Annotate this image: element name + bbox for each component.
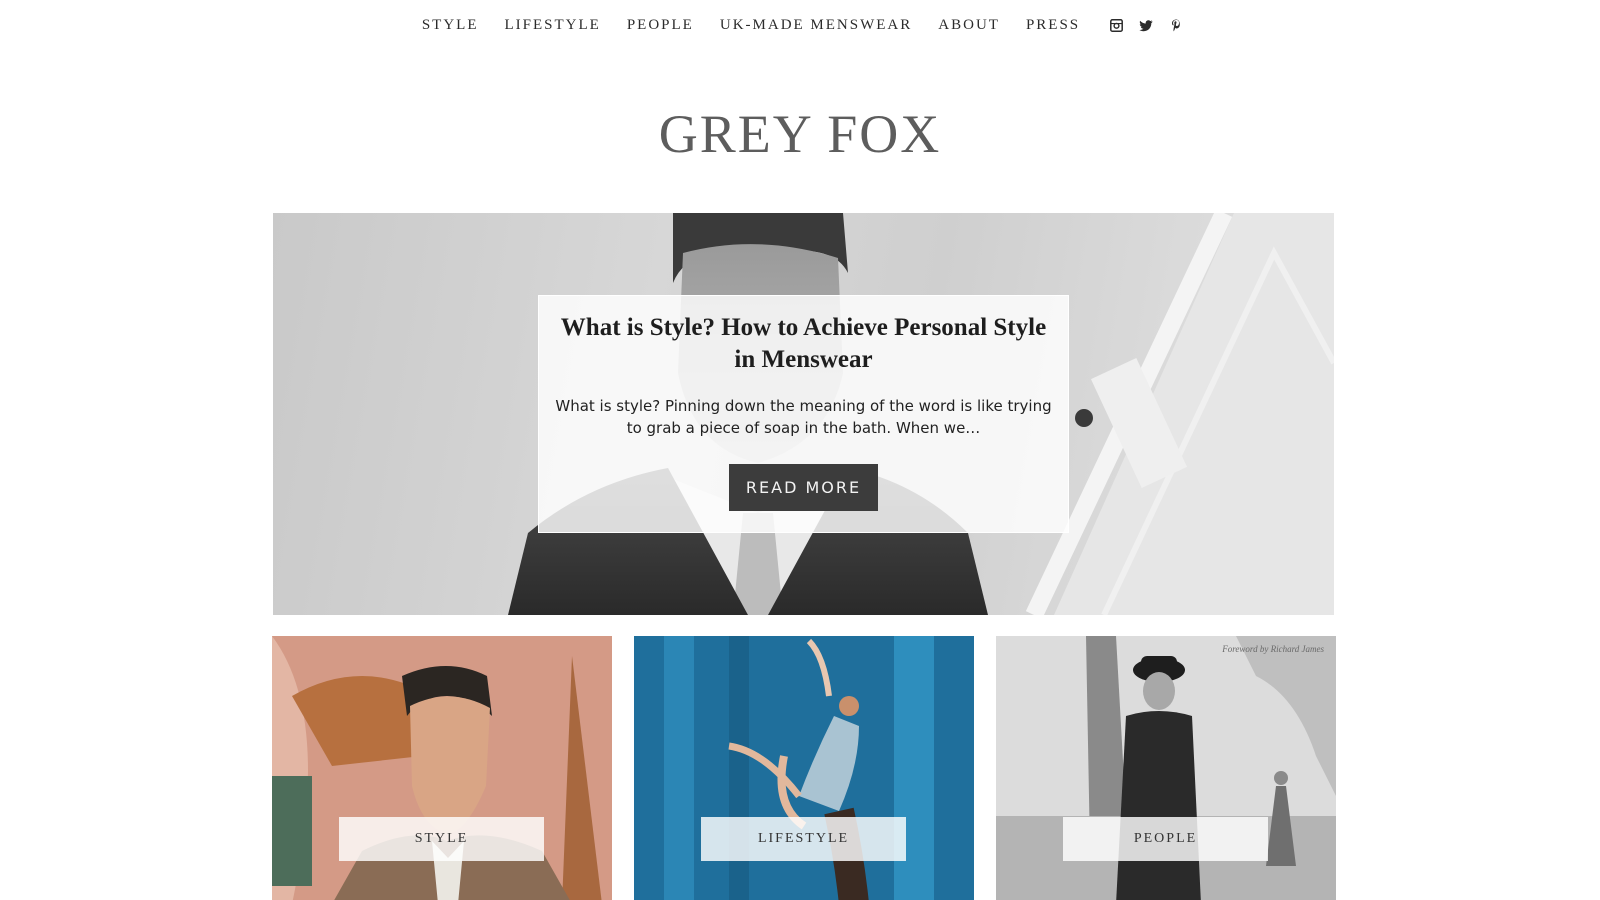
nav-item-people[interactable]: PEOPLE [627, 17, 694, 34]
tile-label-lifestyle: LIFESTYLE [701, 817, 906, 861]
nav-item-style[interactable]: STYLE [422, 17, 479, 34]
featured-post-title[interactable]: What is Style? How to Achieve Personal S… [539, 312, 1068, 376]
social-links [1101, 19, 1191, 33]
site-logo[interactable]: GREY FOX [0, 103, 1600, 165]
instagram-icon[interactable] [1109, 19, 1123, 33]
main-navigation: STYLE LIFESTYLE PEOPLE UK-MADE MENSWEAR … [0, 17, 1600, 34]
twitter-icon[interactable] [1139, 19, 1153, 33]
tile-label-style: STYLE [339, 817, 544, 861]
pinterest-icon[interactable] [1169, 19, 1183, 33]
nav-item-lifestyle[interactable]: LIFESTYLE [505, 17, 601, 34]
featured-post-hero[interactable]: What is Style? How to Achieve Personal S… [273, 213, 1334, 615]
people-tile-caption: Foreword by Richard James [1222, 644, 1324, 654]
tile-label-people: PEOPLE [1063, 817, 1268, 861]
read-more-button[interactable]: READ MORE [729, 464, 878, 511]
nav-item-press[interactable]: PRESS [1026, 17, 1080, 34]
category-tiles: STYLE LIFESTYLE Foreword by Richard Jame… [272, 636, 1336, 900]
nav-item-uk-made-menswear[interactable]: UK-MADE MENSWEAR [720, 17, 912, 34]
category-tile-style[interactable]: STYLE [272, 636, 612, 900]
featured-post-excerpt: What is style? Pinning down the meaning … [555, 397, 1052, 437]
category-tile-lifestyle[interactable]: LIFESTYLE [634, 636, 974, 900]
featured-post-card: What is Style? How to Achieve Personal S… [538, 295, 1069, 533]
category-tile-people[interactable]: Foreword by Richard James PEOPLE [996, 636, 1336, 900]
nav-item-about[interactable]: ABOUT [938, 17, 1000, 34]
